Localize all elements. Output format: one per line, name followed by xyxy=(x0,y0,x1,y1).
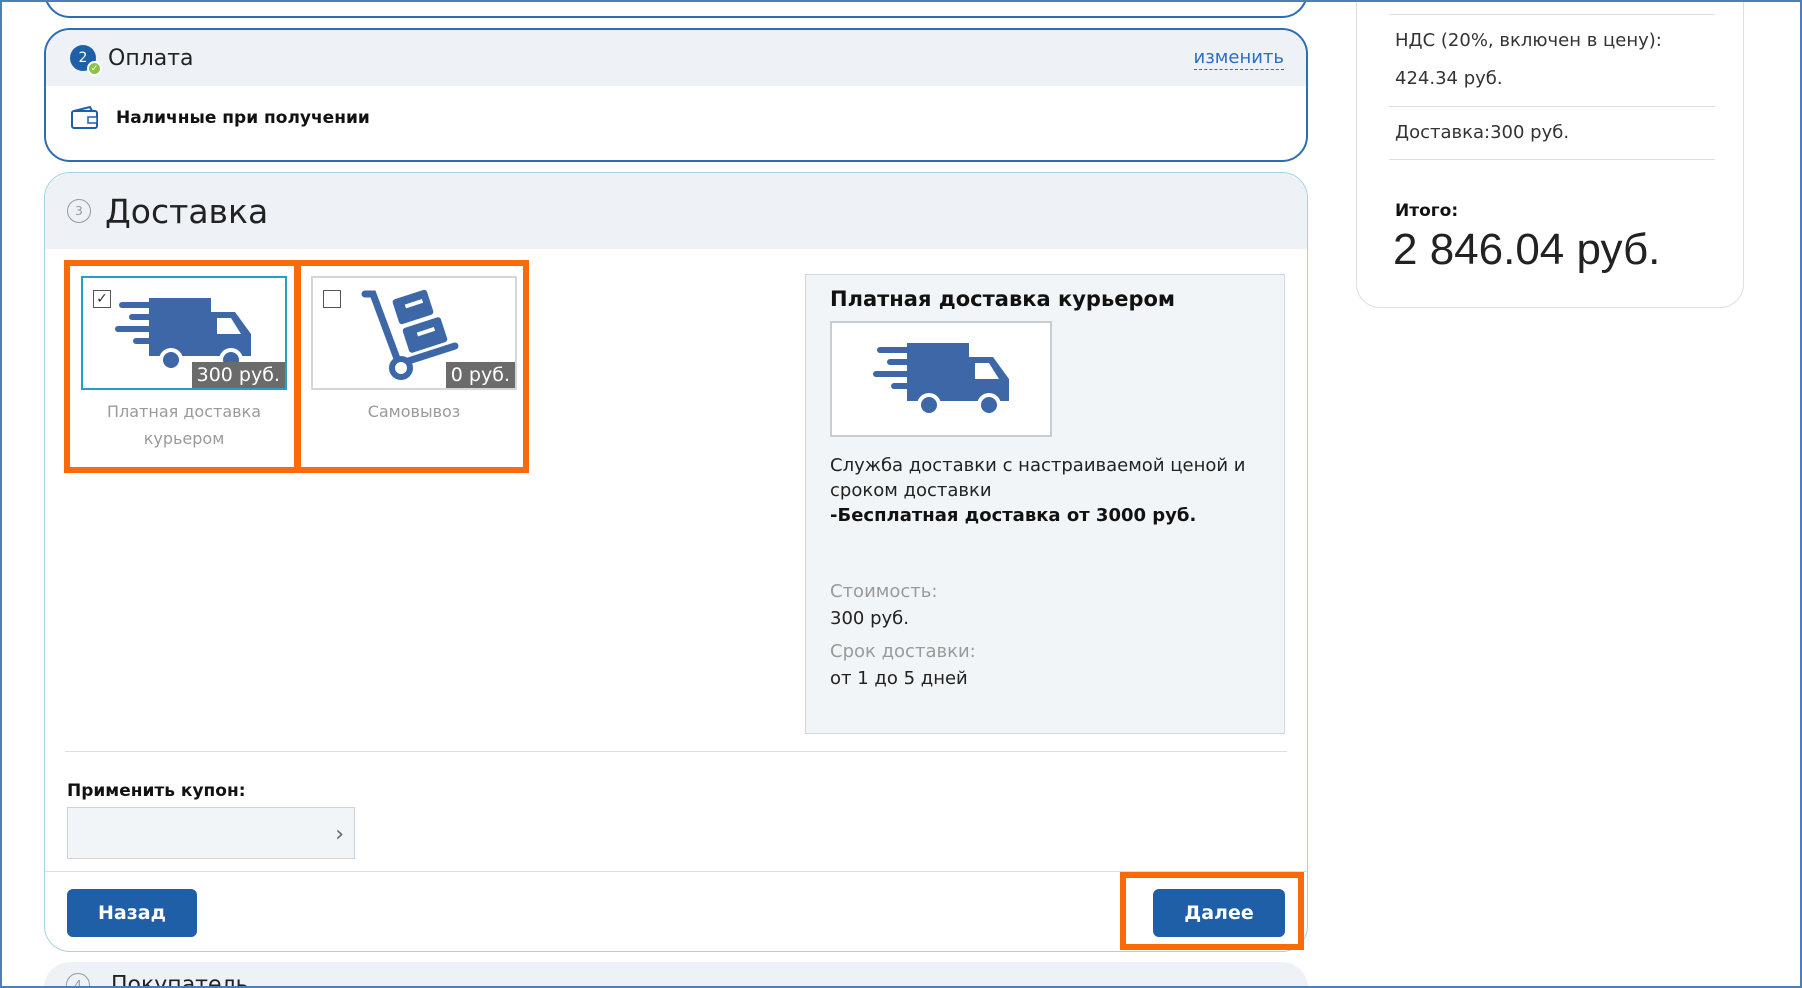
buyer-section[interactable]: 4 Покупатель xyxy=(44,962,1308,988)
wallet-icon xyxy=(71,106,98,129)
change-payment-link[interactable]: изменить xyxy=(1193,47,1284,70)
step-number: 2 xyxy=(78,50,88,66)
delivery-details-panel: Платная доставка курьером Служба доставк… xyxy=(805,274,1285,734)
highlight-box xyxy=(1120,872,1304,950)
buyer-title: Покупатель xyxy=(111,972,249,988)
cost-label: Стоимость: xyxy=(830,581,938,602)
coupon-input[interactable] xyxy=(68,808,308,858)
truck-icon xyxy=(873,343,1009,417)
divider xyxy=(65,751,1287,752)
previous-step-card xyxy=(44,0,1308,18)
free-delivery-note: -Бесплатная доставка от 3000 руб. xyxy=(830,505,1197,526)
description-text: Служба доставки с настраиваемой ценой и … xyxy=(830,455,1246,501)
step-number: 4 xyxy=(66,973,90,988)
highlight-box xyxy=(64,260,300,473)
term-label: Срок доставки: xyxy=(830,641,976,662)
chevron-right-icon[interactable]: › xyxy=(335,822,344,847)
payment-method-row: Наличные при получении xyxy=(46,86,1306,130)
vat-label: НДС (20%, включен в цену): xyxy=(1395,30,1662,51)
cost-value: 300 руб. xyxy=(830,608,909,629)
payment-method-name: Наличные при получении xyxy=(116,108,370,128)
highlight-box xyxy=(295,260,529,473)
details-description: Служба доставки с настраиваемой ценой и … xyxy=(830,453,1260,528)
divider xyxy=(1389,159,1715,160)
payment-title: Оплата xyxy=(108,45,194,71)
check-icon: ✓ xyxy=(87,61,102,76)
delivery-cost: Доставка:300 руб. xyxy=(1395,122,1570,143)
coupon-field: › xyxy=(67,807,355,859)
back-button[interactable]: Назад xyxy=(67,889,197,937)
divider xyxy=(1389,106,1715,107)
step-badge: 2 ✓ xyxy=(70,45,102,76)
term-value: от 1 до 5 дней xyxy=(830,668,968,689)
details-title: Платная доставка курьером xyxy=(830,287,1176,311)
total-label: Итого: xyxy=(1395,201,1459,221)
delivery-title: Доставка xyxy=(105,191,269,231)
coupon-label: Применить купон: xyxy=(67,781,246,801)
divider xyxy=(1389,14,1715,15)
payment-section: 2 ✓ Оплата изменить Наличные при получен… xyxy=(44,28,1308,162)
order-summary: НДС (20%, включен в цену): 424.34 руб. Д… xyxy=(1356,0,1744,308)
details-image xyxy=(830,321,1052,437)
payment-header: 2 ✓ Оплата изменить xyxy=(46,30,1306,86)
vat-value: 424.34 руб. xyxy=(1395,68,1503,89)
step-number: 3 xyxy=(67,199,91,223)
divider xyxy=(45,871,1307,872)
delivery-header: 3 Доставка xyxy=(45,173,1307,249)
total-value: 2 846.04 руб. xyxy=(1393,225,1661,274)
